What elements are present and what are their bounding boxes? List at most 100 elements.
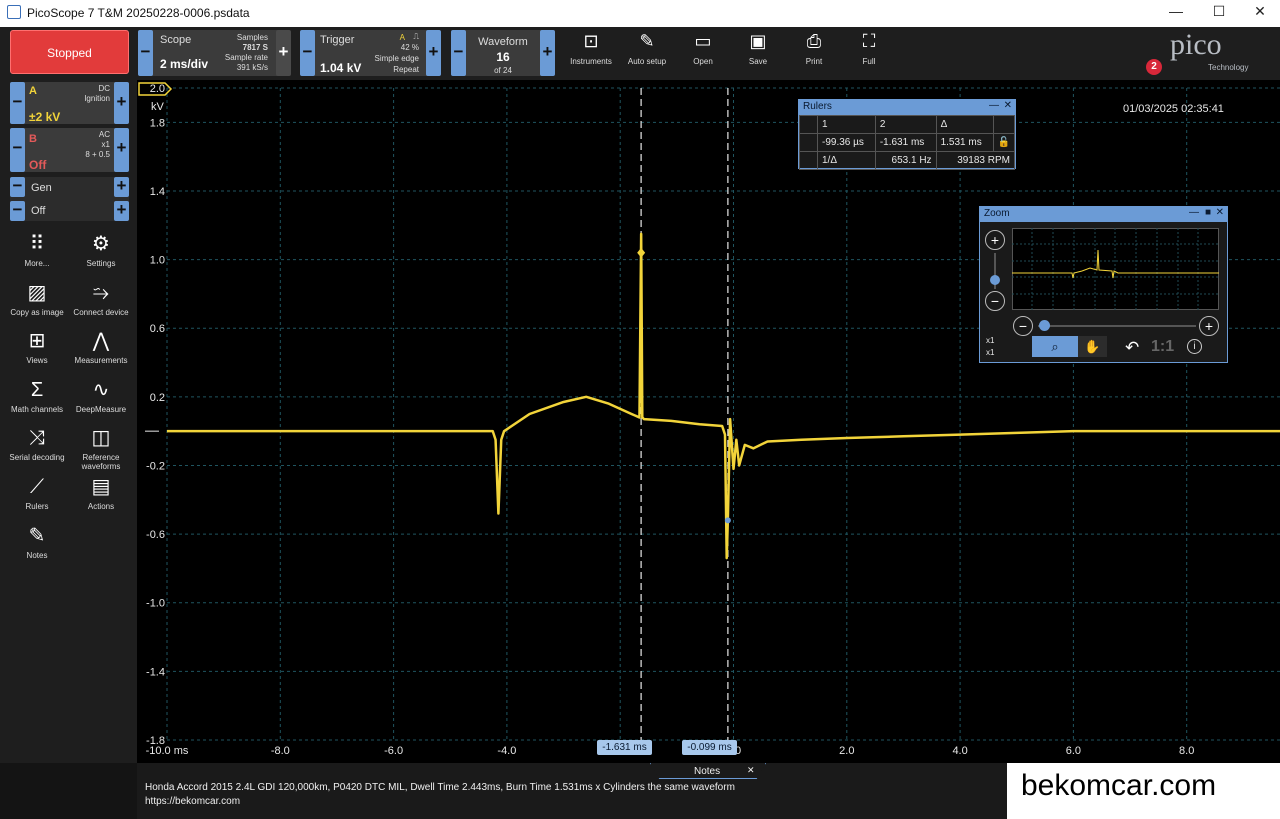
image-icon: ▨ [27,282,47,304]
gen-decrease-button[interactable]: − [10,177,25,197]
zoom-x-in-icon[interactable]: + [1199,316,1219,336]
connect-device-button[interactable]: ⭇ Connect device [68,282,134,317]
pan-hand-icon[interactable]: ✋ [1078,336,1107,357]
channel-b-control[interactable]: − B AC x1 8 + 0.5 Off + [10,128,129,172]
zoom-panel-header[interactable]: Zoom — ■ ✕ [980,207,1227,222]
print-button[interactable]: ⎙ Print [786,30,842,66]
channel-a-control[interactable]: − A DC Ignition ±2 kV + [10,82,129,124]
undo-zoom-icon[interactable]: ↶ [1125,338,1139,358]
x-tick-label: -8.0 [271,745,290,757]
zoom-maximize-icon[interactable]: ■ [1205,207,1211,218]
zoom-ratio[interactable]: 1:1 [1151,338,1174,356]
measurements-button[interactable]: ⋀ Measurements [68,330,134,365]
save-label: Save [748,57,768,66]
notes-text[interactable]: Honda Accord 2015 2.4L GDI 120,000km, P0… [145,782,735,793]
trigger-control[interactable]: − Trigger 1.04 kV A ⎍ 42 % Simple edge R… [300,30,441,76]
views-button[interactable]: ⊞ Views [4,330,70,365]
zoom-tool-icon[interactable]: ⌕ [1032,336,1078,357]
fullscreen-button[interactable]: ⛶ Full [841,30,897,66]
auto-setup-button[interactable]: ✎ Auto setup [619,30,675,66]
deepmeasure-icon: ∿ [92,379,110,401]
watermark-box: bekomcar.com [1007,763,1280,819]
trigger-label: Trigger [320,34,355,46]
rulers-panel-header[interactable]: Rulers — ✕ [799,100,1015,115]
gen-off-increase-button[interactable]: + [114,201,129,221]
channel-b-filter: 8 + 0.5 [85,150,110,159]
rulers-col-2: 2 [874,115,937,134]
zoom-panel[interactable]: Zoom — ■ ✕ + − − + x1 x1 ⌕ ✋ ↶ 1:1 i [979,206,1228,363]
channel-a-decrease-button[interactable]: − [10,82,25,124]
notes-close-icon[interactable]: ✕ [747,765,755,776]
y-tick-label: -1.4 [146,666,165,678]
trigger-decrease-button[interactable]: − [300,30,315,76]
rulers-panel-title: Rulers [803,101,832,112]
rulers-close-icon[interactable]: ✕ [1004,100,1012,111]
auto-setup-icon: ✎ [639,31,655,51]
ruler-1-time-label[interactable]: -1.631 ms [597,740,652,755]
oscilloscope-chart[interactable]: -10.0 ms-8.0-6.0-4.0-2.00.02.04.06.08.01… [137,80,1280,763]
run-stop-button[interactable]: Stopped [10,30,129,74]
zoom-x-out-icon[interactable]: − [1013,316,1033,336]
zoom-minimize-icon[interactable]: — [1189,207,1199,218]
notes-button[interactable]: ✎ Notes [4,525,70,560]
open-button[interactable]: ▭ Open [675,30,731,66]
notes-url[interactable]: https://bekomcar.com [145,796,240,807]
rulers-button[interactable]: ⟋ Rulers [4,476,70,511]
channel-b-increase-button[interactable]: + [114,128,129,172]
scope-label: Scope [160,34,192,46]
generator-control[interactable]: − − Gen Off + + [10,177,129,221]
settings-button[interactable]: ⚙ Settings [68,233,134,268]
zoom-x-slider[interactable] [1038,325,1196,327]
reference-waveforms-button[interactable]: ◫ Reference waveforms [68,427,134,471]
scope-timebase-control[interactable]: − Scope 2 ms/div Samples 7817 S Sample r… [138,30,291,76]
deepmeasure-button[interactable]: ∿ DeepMeasure [68,379,134,414]
more-button[interactable]: ⠿ More... [4,233,70,268]
zoom-y-out-icon[interactable]: − [985,291,1005,311]
minimize-button[interactable]: — [1156,3,1196,23]
scope-plot-area[interactable]: -10.0 ms-8.0-6.0-4.0-2.00.02.04.06.08.01… [137,80,1280,763]
y-tick-label: -1.8 [146,735,165,747]
zoom-x-slider-thumb[interactable] [1039,320,1050,331]
zoom-overview-preview[interactable] [1012,228,1219,310]
zoom-close-icon[interactable]: ✕ [1216,207,1224,218]
rulers-col-1: 1 [817,115,876,134]
folder-icon: ▭ [694,31,712,51]
notes-panel[interactable]: Notes ✕ Honda Accord 2015 2.4L GDI 120,0… [137,763,1280,819]
rulers-panel[interactable]: Rulers — ✕ 12Δ -99.36 µs -1.631 ms 1.531 m… [798,99,1016,170]
math-channels-label: Math channels [10,405,64,414]
rulers-minimize-icon[interactable]: — [989,100,999,111]
channel-b-decrease-button[interactable]: − [10,128,25,172]
app-icon [7,5,21,19]
channel-a-increase-button[interactable]: + [114,82,129,124]
trigger-level-value: 1.04 kV [320,61,362,75]
channel-a-probe: Ignition [84,94,110,103]
sample-rate-label: Sample rate [224,53,268,62]
gen-off-decrease-button[interactable]: − [10,201,25,221]
save-button[interactable]: ▣ Save [730,30,786,66]
maximize-button[interactable]: ☐ [1199,3,1239,23]
close-button[interactable]: ✕ [1240,3,1280,23]
math-channels-button[interactable]: Σ Math channels [4,379,70,414]
zoom-y-in-icon[interactable]: + [985,230,1005,250]
waveform-next-button[interactable]: + [540,30,555,76]
x-tick-label: 4.0 [952,745,967,757]
zoom-y-slider-thumb[interactable] [990,275,1000,285]
waveform-control[interactable]: − Waveform 16 of 24 + [451,30,555,76]
channel-b-coupling: AC [98,130,110,139]
zoom-info-icon[interactable]: i [1187,339,1202,354]
copy-as-image-button[interactable]: ▨ Copy as image [4,282,70,317]
lock-icon[interactable]: 🔓 [992,133,1016,152]
timebase-decrease-button[interactable]: − [138,30,153,76]
notes-tab-label[interactable]: Notes [694,766,720,777]
ruler-frequency: 653.1 Hz [874,151,937,170]
notification-badge[interactable]: 2 [1146,59,1162,75]
actions-button[interactable]: ▤ Actions [68,476,134,511]
timebase-increase-button[interactable]: + [276,30,291,76]
ruler-2-time-label[interactable]: -0.099 ms [682,740,737,755]
instruments-button[interactable]: ⊡ Instruments [563,30,619,66]
trigger-type: Simple edge [374,54,419,63]
gen-increase-button[interactable]: + [114,177,129,197]
serial-decoding-button[interactable]: ⤨ Serial decoding [4,427,70,462]
trigger-increase-button[interactable]: + [426,30,441,76]
zoom-x-factor: x1 [986,336,995,345]
